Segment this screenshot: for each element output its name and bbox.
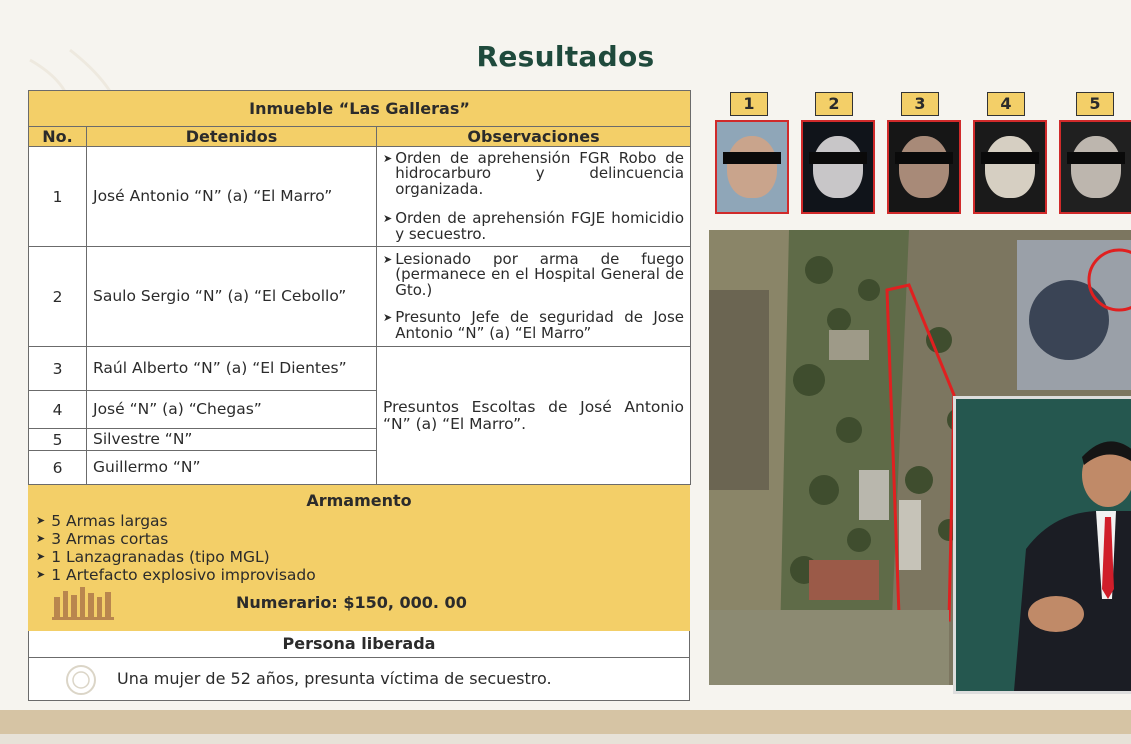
detainee-photo <box>1059 120 1131 214</box>
detainee-photo <box>973 120 1047 214</box>
column-header-observaciones: Observaciones <box>375 126 692 147</box>
observations-cell: ➤ Orden de aprehensión FGR Robo de hidroc… <box>375 146 692 247</box>
detainee-name: Guillermo “N” <box>86 450 377 485</box>
list-item: ➤ Orden de aprehensión FGR Robo de hidroc… <box>383 148 685 198</box>
photo-number: 2 <box>815 92 853 116</box>
row-number: 2 <box>28 246 87 347</box>
row-number: 3 <box>28 346 87 391</box>
detainee-name: Raúl Alberto “N” (a) “El Dientes” <box>86 346 377 391</box>
detainee-photo <box>887 120 961 214</box>
persona-liberada-title: Persona liberada <box>28 631 690 658</box>
armamento-section: Armamento ➤ 5 Armas largas ➤ 3 Armas corta… <box>28 485 690 631</box>
arrow-bullet-icon: ➤ <box>383 151 393 165</box>
list-item: ➤ 3 Armas cortas <box>36 530 169 548</box>
table-row: 3 Raúl Alberto “N” (a) “El Dientes” Pres… <box>28 346 692 485</box>
seal-icon <box>66 665 96 695</box>
detainees-table: Inmueble “Las Galleras” No. Detenidos Ob… <box>27 90 692 485</box>
arrow-bullet-icon: ➤ <box>383 311 393 325</box>
photo-number: 4 <box>987 92 1025 116</box>
list-item: ➤ 1 Lanzagranadas (tipo MGL) <box>36 548 270 566</box>
page-title: Resultados <box>476 40 655 73</box>
detainee-photos: 1 2 3 4 5 <box>710 92 1131 216</box>
column-header-no: No. <box>28 126 87 147</box>
sign-language-interpreter-video <box>953 396 1131 694</box>
arrow-bullet-icon: ➤ <box>383 252 393 266</box>
row-number: 1 <box>28 146 87 247</box>
results-panel: Inmueble “Las Galleras” No. Detenidos Ob… <box>27 90 692 704</box>
detainee-name: José Antonio “N” (a) “El Marro” <box>86 146 377 247</box>
property-header: Inmueble “Las Galleras” <box>27 90 692 127</box>
column-header-detenidos: Detenidos <box>86 126 377 147</box>
photo-number: 3 <box>901 92 939 116</box>
detainee-name: Silvestre “N” <box>86 428 377 451</box>
observations-cell: ➤ Lesionado por arma de fuego (permanece … <box>375 246 692 347</box>
arrow-bullet-icon: ➤ <box>36 532 46 545</box>
interpreter-figure <box>1014 441 1131 691</box>
row-number: 5 <box>28 428 87 451</box>
list-item: ➤ Presunto Jefe de seguridad de Jose Anto… <box>383 308 685 342</box>
arrow-bullet-icon: ➤ <box>36 568 46 581</box>
row-number: 6 <box>28 450 87 485</box>
armamento-list: ➤ 5 Armas largas ➤ 3 Armas cortas ➤ 1 Lanza… <box>36 512 682 584</box>
table-row: 2 Saulo Sergio “N” (a) “El Cebollo” ➤ Les… <box>28 246 692 347</box>
photo-number: 5 <box>1076 92 1114 116</box>
arrow-bullet-icon: ➤ <box>383 212 393 226</box>
numerario-amount: Numerario: $150, 000. 00 <box>236 593 467 612</box>
observations-cell: Presuntos Escoltas de José Antonio “N” (… <box>375 346 692 485</box>
detainee-photo <box>801 120 875 214</box>
emblem-stamp-icon <box>52 587 114 620</box>
persona-liberada-text: Una mujer de 52 años, presunta víctima d… <box>28 658 690 701</box>
list-item: ➤ 1 Artefacto explosivo improvisado <box>36 566 316 584</box>
footer-band <box>0 710 1131 734</box>
detainee-name: José “N” (a) “Chegas” <box>86 390 377 429</box>
list-item: ➤ Lesionado por arma de fuego (permanece … <box>383 249 685 299</box>
list-item: ➤ Orden de aprehensión FGJE homicidio y s… <box>383 209 685 243</box>
detainee-name: Saulo Sergio “N” (a) “El Cebollo” <box>86 246 377 347</box>
arrow-bullet-icon: ➤ <box>36 550 46 563</box>
arrow-bullet-icon: ➤ <box>36 514 46 527</box>
footer-base <box>0 734 1131 744</box>
photo-number: 1 <box>730 92 768 116</box>
row-number: 4 <box>28 390 87 429</box>
table-row: 1 José Antonio “N” (a) “El Marro” ➤ Orden… <box>28 146 692 247</box>
detainee-photo <box>715 120 789 214</box>
armamento-title: Armamento <box>306 491 412 510</box>
list-item: ➤ 5 Armas largas <box>36 512 168 530</box>
